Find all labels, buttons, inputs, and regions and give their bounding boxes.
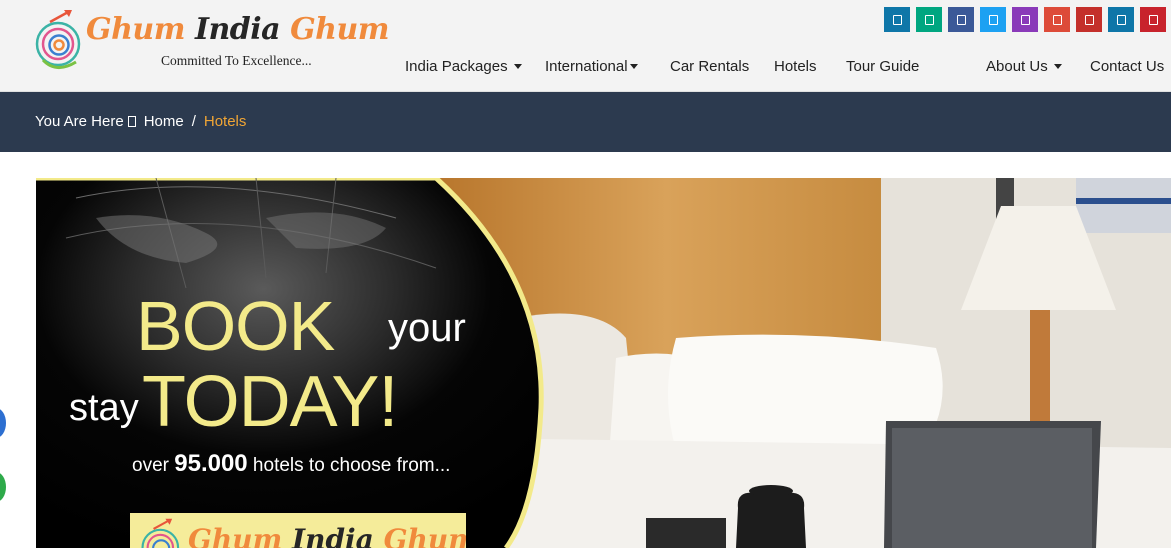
hotel-promo-banner: BOOK your stay TODAY! over 95.000 hotels…: [36, 178, 1171, 548]
nav-hotels[interactable]: Hotels: [774, 58, 817, 75]
breadcrumb-home-link[interactable]: Home: [144, 113, 184, 130]
promo-subtext: over 95.000 hotels to choose from...: [132, 450, 450, 478]
nav-car-rentals[interactable]: Car Rentals: [670, 58, 749, 75]
nav-international[interactable]: International: [545, 58, 638, 75]
social-glyph-icon: [1148, 14, 1158, 25]
social-glyph-icon: [924, 14, 934, 25]
social-glyph-icon: [892, 14, 902, 25]
social-links: [884, 7, 1166, 32]
social-glyph-icon: [988, 14, 998, 25]
breadcrumb-bar: You Are Here Home / Hotels: [0, 92, 1171, 152]
floating-whatsapp-button[interactable]: [0, 472, 6, 502]
social-glyph-icon: [956, 14, 966, 25]
promo-logo-part3: Ghum: [383, 523, 466, 548]
swirl-logo-icon: [141, 518, 180, 548]
tripadvisor-icon[interactable]: [916, 7, 942, 32]
linkedin-icon-2[interactable]: [1108, 7, 1134, 32]
social-glyph-icon: [1084, 14, 1094, 25]
promo-headline-your: your: [388, 306, 466, 350]
breadcrumb: You Are Here Home / Hotels: [35, 113, 246, 130]
nav-international-label: International: [545, 58, 628, 75]
nav-car-rentals-label: Car Rentals: [670, 58, 750, 75]
promo-headline-stay: stay: [69, 387, 139, 429]
promo-headline-today: TODAY!: [142, 362, 398, 442]
chevron-down-icon: [513, 64, 522, 69]
breadcrumb-current: Hotels: [203, 113, 247, 130]
nav-contact-us-label: Contact Us: [1090, 58, 1165, 75]
promo-headline-book: BOOK: [136, 287, 335, 365]
social-glyph-icon: [1020, 14, 1030, 25]
nav-about-us[interactable]: About Us: [986, 58, 1062, 75]
site-header: Ghum India Ghum Committed To Excellence.…: [0, 0, 1171, 92]
main-navigation: India Packages International Car Rentals…: [0, 58, 1171, 78]
nav-india-packages[interactable]: India Packages: [405, 58, 522, 75]
promo-subtext-part1: over: [132, 455, 175, 476]
promo-hotel-count: 95.000: [174, 450, 248, 477]
nav-india-packages-label: India Packages: [405, 58, 508, 75]
youtube-icon[interactable]: [1076, 7, 1102, 32]
pinterest-icon[interactable]: [1140, 7, 1166, 32]
nav-tour-guide[interactable]: Tour Guide: [846, 58, 919, 75]
promo-subtext-part2: hotels to choose from...: [247, 455, 451, 476]
nav-contact-us[interactable]: Contact Us: [1090, 58, 1164, 75]
floating-chat-button[interactable]: [0, 408, 6, 438]
breadcrumb-separator: /: [191, 113, 196, 130]
breadcrumb-prefix: You Are Here: [35, 113, 124, 130]
social-glyph-icon: [1052, 14, 1062, 25]
nav-about-us-label: About Us: [986, 58, 1048, 75]
brand-name: Ghum India Ghum: [86, 12, 390, 47]
google-plus-icon[interactable]: [1044, 7, 1070, 32]
location-marker-icon: [127, 116, 136, 127]
twitter-icon[interactable]: [980, 7, 1006, 32]
brand-name-part1: Ghum: [86, 12, 186, 47]
chevron-down-icon: [629, 64, 638, 69]
nav-tour-guide-label: Tour Guide: [846, 58, 920, 75]
social-glyph-icon: [1116, 14, 1126, 25]
brand-name-part3: Ghum: [290, 12, 390, 47]
facebook-icon[interactable]: [948, 7, 974, 32]
nav-hotels-label: Hotels: [774, 58, 817, 75]
linkedin-icon[interactable]: [884, 7, 910, 32]
promo-logo-text: Ghum India Ghum: [188, 523, 466, 548]
promo-logo-part1: Ghum: [188, 523, 283, 548]
instagram-icon[interactable]: [1012, 7, 1038, 32]
promo-logo: Ghum India Ghum: [130, 513, 466, 548]
chevron-down-icon: [1053, 64, 1062, 69]
brand-name-part2: India: [194, 12, 281, 47]
promo-logo-part2: India: [292, 523, 374, 548]
